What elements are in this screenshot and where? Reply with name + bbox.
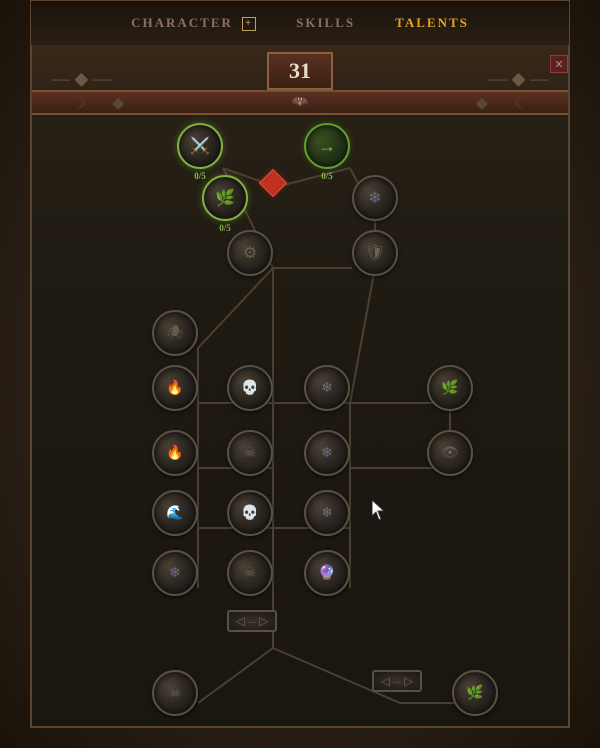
left-deco-icon: — ◆ — — [52, 69, 111, 90]
node-n2-circle: → — [304, 123, 350, 169]
node-n3-circle: 🌿 — [202, 175, 248, 221]
header-ornament: ☽ ◆ 🦇 ◆ ☾ — [32, 90, 568, 115]
tab-talents[interactable]: TALENTS — [375, 7, 489, 39]
node-n22-right-arrow: ▷ — [259, 614, 268, 629]
left-skull-icon: ☽ — [72, 93, 86, 113]
node-n22[interactable]: ◁ — ▷ — [227, 610, 277, 632]
node-n6[interactable]: 🛡 — [352, 230, 398, 276]
node-n22-dash: — — [248, 617, 256, 626]
node-n18-circle: ❄ — [304, 490, 350, 536]
character-plus-icon: + — [242, 17, 256, 31]
main-panel: ☽ ◆ 🦇 ◆ ☾ — ◆ — 31 Points Available — ◆ … — [30, 45, 570, 728]
node-n4[interactable]: ❄ — [352, 175, 398, 221]
node-n13-icon: 🔥 — [166, 445, 183, 462]
node-n21[interactable]: ❄ — [152, 550, 198, 596]
node-n1[interactable]: ⚔️ 0/5 — [177, 123, 223, 181]
node-n7-icon: 🕷 — [166, 325, 184, 342]
right-diamond-icon: ◆ — [476, 93, 488, 113]
node-n4-icon: ❄ — [368, 188, 381, 208]
node-n17-circle: 🌊 — [152, 490, 198, 536]
node-n10-icon: ❄ — [321, 380, 333, 397]
tab-skills[interactable]: SKILLS — [276, 7, 375, 39]
talent-tree: ⚔️ 0/5 → 0/5 🌿 0/5 ❄ — [32, 115, 568, 726]
center-skull-icon: 🦇 — [291, 94, 308, 111]
node-n14[interactable]: ❄ — [304, 430, 350, 476]
node-n2-icon: → — [318, 136, 336, 157]
node-n24-right-arrow: ▷ — [404, 674, 413, 689]
node-n24-left-arrow: ◁ — [381, 674, 390, 689]
node-n24-dash: — — [393, 677, 401, 686]
top-navigation: CHARACTER + SKILLS TALENTS — [30, 0, 570, 45]
node-n19-circle: 🔮 — [304, 550, 350, 596]
node-n23[interactable]: ☠ — [152, 670, 198, 716]
node-n5[interactable]: ⚙ — [227, 230, 273, 276]
node-n20[interactable]: ☠ — [227, 550, 273, 596]
node-n21-circle: ❄ — [152, 550, 198, 596]
node-n5-icon: ⚙ — [243, 243, 257, 263]
node-n18[interactable]: ❄ — [304, 490, 350, 536]
node-n6-circle: 🛡 — [352, 230, 398, 276]
node-n18-icon: ❄ — [321, 505, 333, 522]
node-n20-icon: ☠ — [244, 565, 257, 582]
node-n9[interactable]: 💀 — [227, 365, 273, 411]
right-skull-icon: ☾ — [514, 93, 528, 113]
node-n15-circle: 👁 — [427, 430, 473, 476]
node-n12[interactable]: ☠ — [227, 430, 273, 476]
points-box: 31 — [267, 52, 333, 90]
node-n24[interactable]: ◁ — ▷ — [372, 670, 422, 692]
node-n2-counter: 0/5 — [321, 171, 333, 181]
node-n14-circle: ❄ — [304, 430, 350, 476]
node-n13[interactable]: 🔥 — [152, 430, 198, 476]
node-n17-icon: 🌊 — [166, 505, 183, 522]
node-n13-circle: 🔥 — [152, 430, 198, 476]
node-n9-circle: 💀 — [227, 365, 273, 411]
node-n24-shape: ◁ — ▷ — [372, 670, 422, 692]
node-n25-icon: 🌿 — [466, 685, 483, 702]
node-n17[interactable]: 🌊 — [152, 490, 198, 536]
node-n23-circle: ☠ — [152, 670, 198, 716]
node-n3-icon: 🌿 — [215, 188, 235, 208]
node-n25-circle: 🌿 — [452, 670, 498, 716]
node-n21-icon: ❄ — [169, 565, 181, 582]
node-n2[interactable]: → 0/5 — [304, 123, 350, 181]
node-n22-shape: ◁ — ▷ — [227, 610, 277, 632]
right-deco-icon: — ◆ — — [489, 69, 548, 90]
tab-character[interactable]: CHARACTER + — [111, 7, 276, 39]
node-n12-icon: ☠ — [244, 445, 257, 462]
node-n25[interactable]: 🌿 — [452, 670, 498, 716]
node-n16-circle: 💀 — [227, 490, 273, 536]
node-n10-circle: ❄ — [304, 365, 350, 411]
node-n9-icon: 💀 — [241, 380, 258, 397]
node-n1-icon: ⚔️ — [190, 136, 210, 156]
points-number: 31 — [289, 58, 311, 84]
node-n11-circle: 🌿 — [427, 365, 473, 411]
node-n5-circle: ⚙ — [227, 230, 273, 276]
node-n4-circle: ❄ — [352, 175, 398, 221]
node-n8-icon: 🔥 — [166, 380, 183, 397]
left-diamond-icon: ◆ — [112, 93, 124, 113]
node-n1-circle: ⚔️ — [177, 123, 223, 169]
node-n11-icon: 🌿 — [441, 380, 458, 397]
node-n7[interactable]: 🕷 — [152, 310, 198, 356]
node-n3[interactable]: 🌿 0/5 — [202, 175, 248, 233]
node-n16-icon: 💀 — [241, 505, 258, 522]
node-n22-left-arrow: ◁ — [236, 614, 245, 629]
node-n11[interactable]: 🌿 — [427, 365, 473, 411]
node-n7-circle: 🕷 — [152, 310, 198, 356]
node-n15[interactable]: 👁 — [427, 430, 473, 476]
node-n15-icon: 👁 — [441, 445, 459, 462]
connector-lines — [32, 115, 568, 726]
node-n10[interactable]: ❄ — [304, 365, 350, 411]
node-n8[interactable]: 🔥 — [152, 365, 198, 411]
node-n23-icon: ☠ — [169, 685, 182, 702]
node-n19-icon: 🔮 — [318, 565, 335, 582]
node-n19[interactable]: 🔮 — [304, 550, 350, 596]
node-n14-icon: ❄ — [321, 445, 333, 462]
node-n16[interactable]: 💀 — [227, 490, 273, 536]
node-n8-circle: 🔥 — [152, 365, 198, 411]
node-n20-circle: ☠ — [227, 550, 273, 596]
node-n6-icon: 🛡 — [365, 243, 385, 263]
close-button[interactable]: ✕ — [550, 55, 568, 73]
node-n12-circle: ☠ — [227, 430, 273, 476]
